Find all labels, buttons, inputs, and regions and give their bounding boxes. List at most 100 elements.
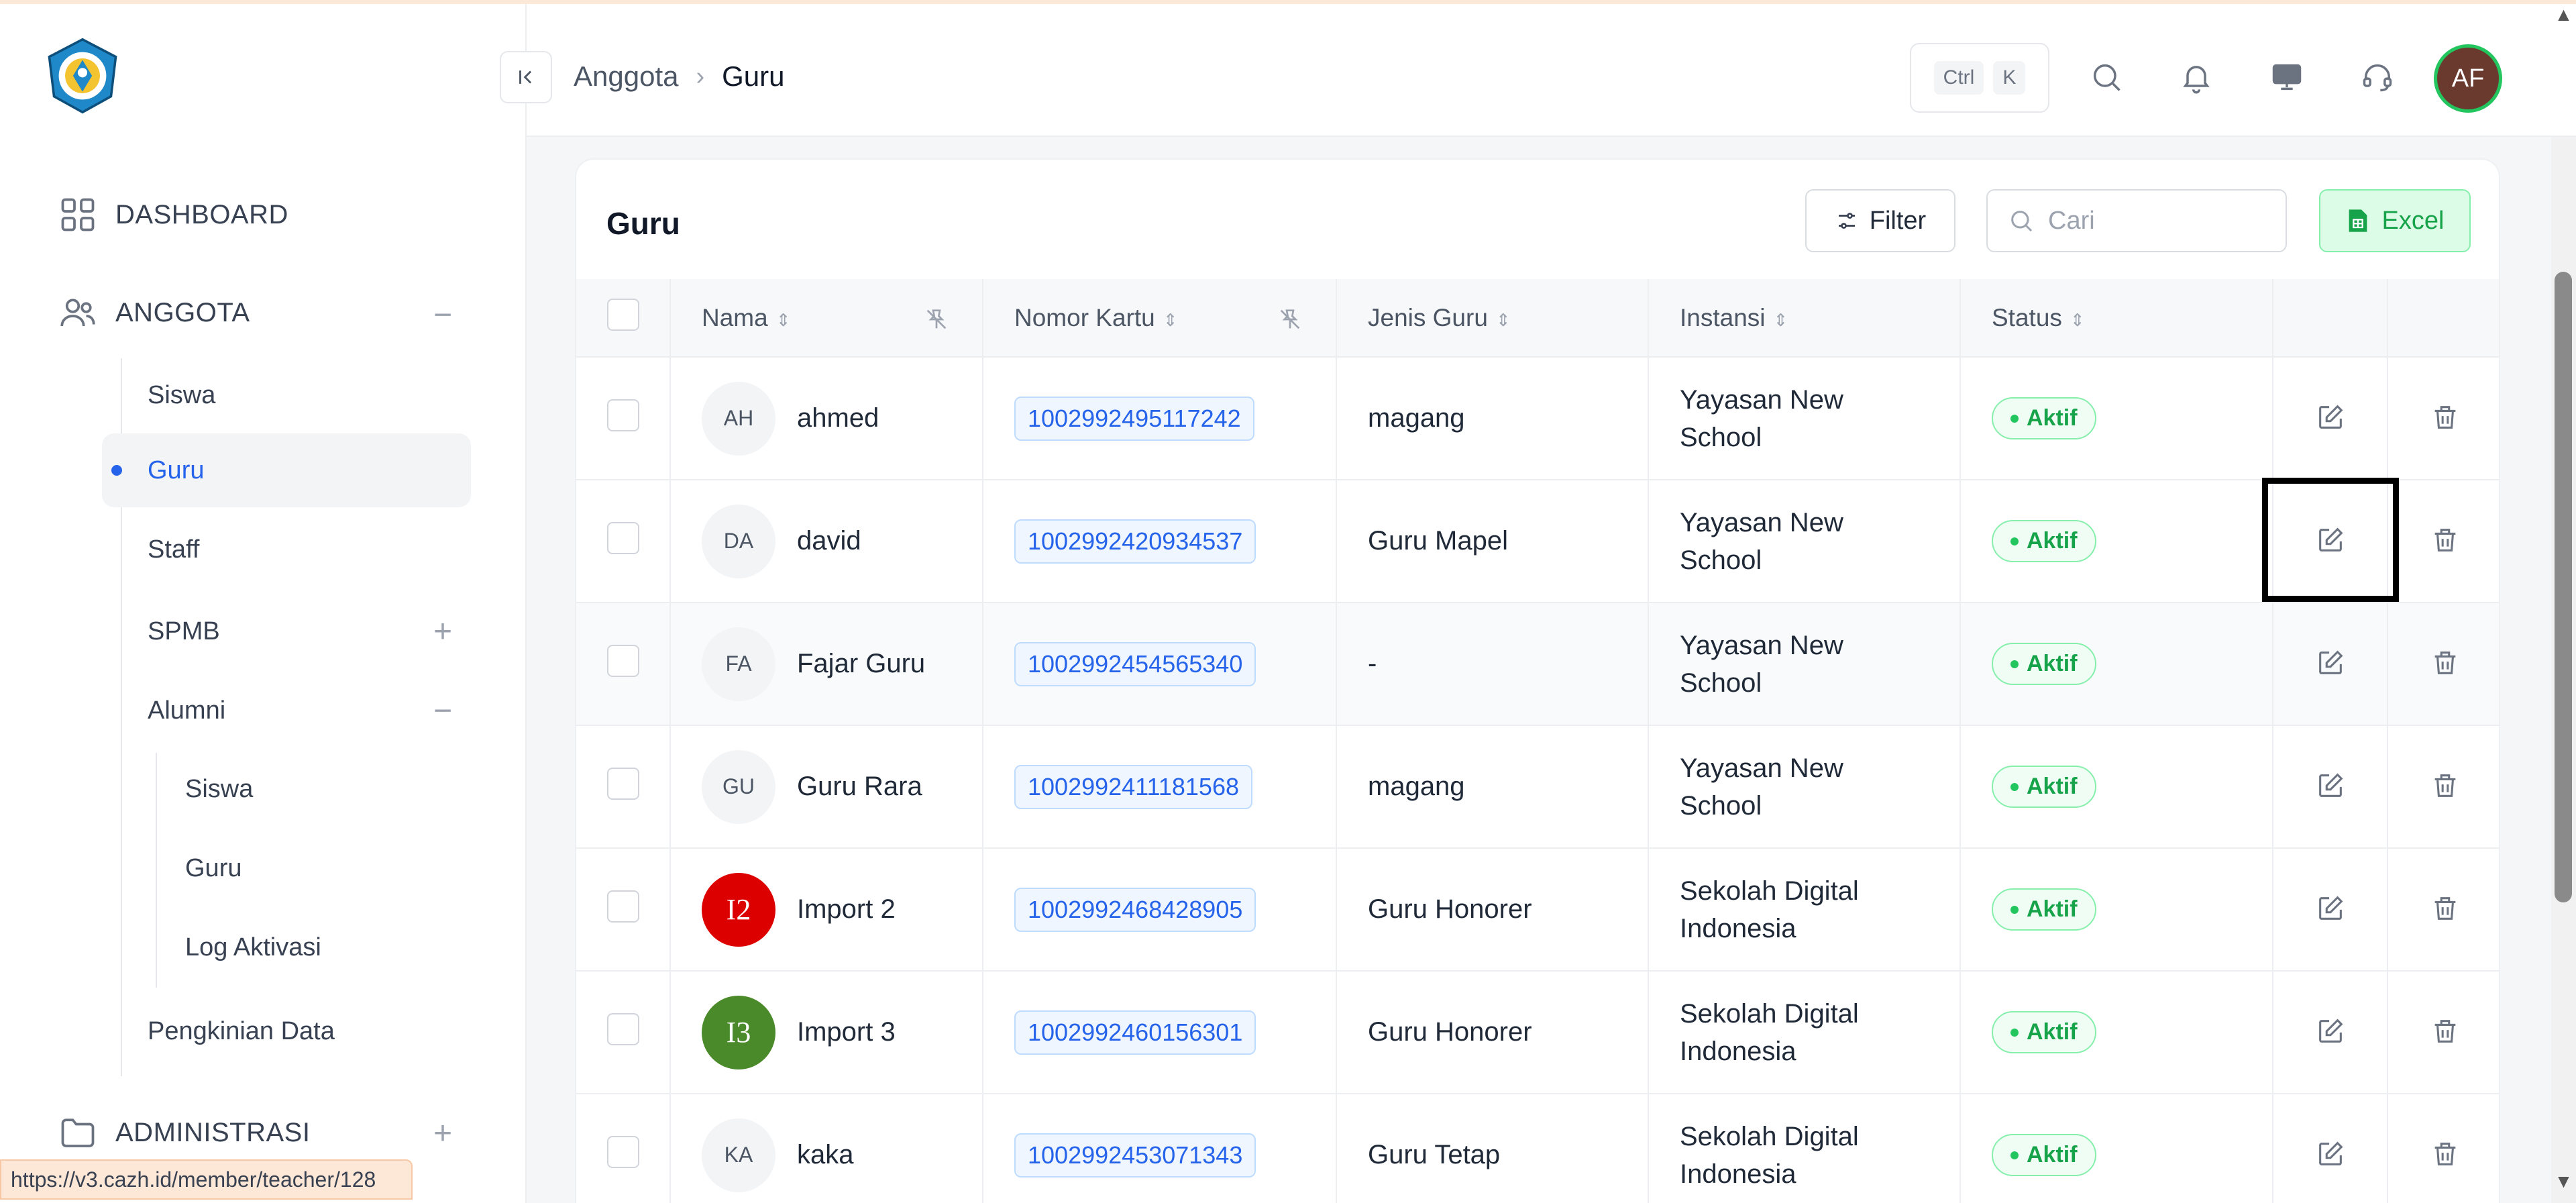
sort-icon[interactable]: ⇕ <box>1774 310 1788 330</box>
name-cell: AH ahmed <box>670 357 983 480</box>
search-icon[interactable] <box>2086 56 2127 98</box>
nav-dashboard[interactable]: DASHBOARD <box>58 188 288 242</box>
trash-icon[interactable] <box>2425 1134 2465 1174</box>
scroll-up-arrow[interactable]: ▲ <box>2551 4 2576 31</box>
trash-icon[interactable] <box>2425 766 2465 806</box>
card-number-tag[interactable]: 1002992495117242 <box>1014 396 1254 441</box>
sidebar-item-alumni-guru[interactable]: Guru <box>154 835 456 902</box>
table-row[interactable]: DA david 1002992420934537 Guru Mapel Yay… <box>576 480 2499 603</box>
trash-icon[interactable] <box>2425 397 2465 437</box>
card-number-tag[interactable]: 1002992460156301 <box>1014 1010 1256 1055</box>
search-field[interactable] <box>1986 189 2287 252</box>
sort-icon[interactable]: ⇕ <box>1496 310 1511 330</box>
institution-cell: Yayasan New School <box>1648 603 1961 726</box>
status-cell: Aktif <box>1960 971 2273 1094</box>
teacher-name: Import 3 <box>797 1017 896 1047</box>
card-number-tag[interactable]: 1002992420934537 <box>1014 519 1256 564</box>
alumni-collapse-toggle[interactable]: − <box>429 695 456 727</box>
column-nomor-kartu[interactable]: Nomor Kartu ⇕ <box>983 279 1337 358</box>
institution-line-1: Yayasan New <box>1680 630 1843 660</box>
sort-icon[interactable]: ⇕ <box>2070 310 2085 330</box>
unpin-icon[interactable] <box>923 306 950 333</box>
trash-icon[interactable] <box>2425 643 2465 683</box>
institution-line-1: Sekolah Digital <box>1680 998 1859 1029</box>
sidebar-item-guru[interactable]: Guru <box>102 433 471 507</box>
anggota-collapse-toggle[interactable]: − <box>429 299 456 331</box>
row-checkbox[interactable] <box>607 399 639 431</box>
table-row[interactable]: AH ahmed 1002992495117242 magang Yayasan… <box>576 357 2499 480</box>
nav-anggota[interactable]: ANGGOTA <box>58 286 250 339</box>
table-row[interactable]: KA kaka 1002992453071343 Guru Tetap Seko… <box>576 1094 2499 1203</box>
search-input[interactable] <box>2048 206 2269 236</box>
row-checkbox[interactable] <box>607 1135 639 1168</box>
table-row[interactable]: I3 Import 3 1002992460156301 Guru Honore… <box>576 971 2499 1094</box>
breadcrumb-anggota[interactable]: Anggota <box>574 60 678 93</box>
status-cell: Aktif <box>1960 357 2273 480</box>
column-instansi[interactable]: Instansi ⇕ <box>1648 279 1961 358</box>
edit-icon[interactable] <box>2310 888 2351 929</box>
filter-button[interactable]: Filter <box>1805 189 1955 252</box>
scrollbar-thumb[interactable] <box>2555 272 2572 902</box>
edit-icon[interactable] <box>2310 397 2351 437</box>
trash-icon[interactable] <box>2425 520 2465 560</box>
row-checkbox[interactable] <box>607 644 639 677</box>
sidebar-item-alumni-siswa[interactable]: Siswa <box>154 755 456 823</box>
status-cell: Aktif <box>1960 480 2273 603</box>
headset-icon[interactable] <box>2357 56 2398 98</box>
row-checkbox[interactable] <box>607 1012 639 1045</box>
edit-icon[interactable] <box>2310 1134 2351 1174</box>
card-number-tag[interactable]: 1002992411181568 <box>1014 764 1252 809</box>
spmb-expand-toggle[interactable]: + <box>429 616 456 648</box>
sidebar-item-spmb[interactable]: SPMB <box>102 594 471 668</box>
card-number-tag[interactable]: 1002992468428905 <box>1014 887 1256 932</box>
sidebar-item-siswa[interactable]: Siswa <box>102 358 471 432</box>
row-checkbox[interactable] <box>607 890 639 923</box>
row-select-cell <box>576 1094 671 1203</box>
status-dot <box>2010 660 2019 668</box>
row-checkbox[interactable] <box>607 767 639 800</box>
delete-cell <box>2387 357 2499 480</box>
excel-export-button[interactable]: Excel <box>2319 189 2471 252</box>
column-nama[interactable]: Nama ⇕ <box>670 279 983 358</box>
table-row[interactable]: FA Fajar Guru 1002992454565340 - Yayasan… <box>576 603 2499 726</box>
institution-line-1: Yayasan New <box>1680 753 1843 783</box>
column-status[interactable]: Status ⇕ <box>1960 279 2273 358</box>
trash-icon[interactable] <box>2425 1011 2465 1051</box>
sidebar-collapse-button[interactable] <box>500 51 552 103</box>
sidebar-item-staff[interactable]: Staff <box>102 513 471 586</box>
tut-wuri-handayani-logo[interactable] <box>43 36 122 115</box>
sidebar-item-alumni[interactable]: Alumni <box>102 674 471 747</box>
user-avatar[interactable]: AF <box>2434 44 2502 113</box>
status-dot <box>2010 537 2019 545</box>
teacher-type: Guru Honorer <box>1336 971 1649 1094</box>
column-jenis-guru[interactable]: Jenis Guru ⇕ <box>1336 279 1649 358</box>
sidebar: DASHBOARD ANGGOTA − Siswa Guru Staff SPM… <box>0 4 527 1203</box>
edit-icon[interactable] <box>2310 643 2351 683</box>
bell-icon[interactable] <box>2176 56 2217 98</box>
administrasi-expand-toggle[interactable]: + <box>429 1118 456 1150</box>
table-header-row: Nama ⇕ Nomor Kartu ⇕ Jenis Guru ⇕ Instansi ⇕… <box>576 279 2499 358</box>
row-checkbox[interactable] <box>607 521 639 554</box>
select-all-checkbox[interactable] <box>607 299 639 331</box>
command-palette-shortcut[interactable]: Ctrl K <box>1910 43 2049 113</box>
sidebar-item-log-aktivasi[interactable]: Log Aktivasi <box>154 914 456 981</box>
sort-icon[interactable]: ⇕ <box>776 310 791 330</box>
table-row[interactable]: I2 Import 2 1002992468428905 Guru Honore… <box>576 848 2499 972</box>
institution-line-2: Indonesia <box>1680 913 1796 943</box>
avatar: I2 <box>702 872 775 947</box>
monitor-icon[interactable] <box>2266 56 2308 98</box>
unpin-icon[interactable] <box>1277 306 1303 333</box>
card-number-tag[interactable]: 1002992453071343 <box>1014 1133 1256 1178</box>
edit-icon[interactable] <box>2310 766 2351 806</box>
trash-icon[interactable] <box>2425 888 2465 929</box>
scroll-down-arrow[interactable]: ▼ <box>2551 1171 2576 1198</box>
card-number-tag[interactable]: 1002992454565340 <box>1014 641 1256 686</box>
edit-icon[interactable] <box>2310 1011 2351 1051</box>
column-status-label: Status <box>1992 303 2062 331</box>
table-row[interactable]: GU Guru Rara 1002992411181568 magang Yay… <box>576 725 2499 849</box>
status-badge-label: Aktif <box>2027 1142 2078 1167</box>
name-cell: DA david <box>670 480 983 603</box>
sidebar-item-pengkinian-data[interactable]: Pengkinian Data <box>102 994 471 1068</box>
nav-administrasi[interactable]: ADMINISTRASI <box>58 1106 310 1159</box>
sort-icon[interactable]: ⇕ <box>1163 310 1178 330</box>
